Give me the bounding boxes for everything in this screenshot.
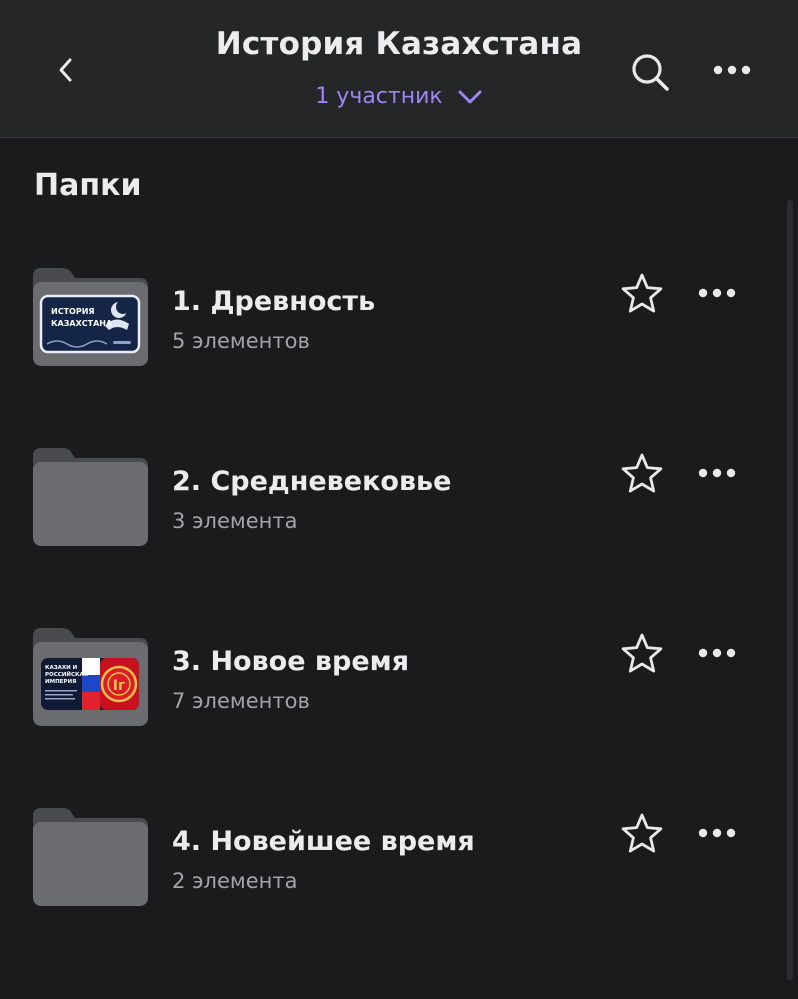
- folder-name: 4. Новейшее время: [172, 826, 475, 857]
- more-horizontal-icon: [713, 65, 751, 75]
- svg-text:Iг: Iг: [113, 678, 126, 694]
- folder-cover-title: РОССИЙСКАЯ: [45, 670, 88, 678]
- folder-cover-title: КАЗАХСТАНА: [51, 319, 113, 328]
- folder-item[interactable]: 2. Средневековье 3 элемента: [0, 448, 798, 568]
- folder-more-button[interactable]: [692, 808, 742, 858]
- folder-name: 2. Средневековье: [172, 466, 452, 497]
- scrollbar[interactable]: [787, 200, 793, 980]
- folder-icon: [33, 808, 148, 906]
- section-title-folders: Папки: [34, 168, 142, 203]
- star-outline-icon: [621, 453, 663, 493]
- folder-cover-title: ИСТОРИЯ: [51, 307, 95, 316]
- star-outline-icon: [621, 273, 663, 313]
- folder-thumbnail: [33, 808, 148, 908]
- folder-item[interactable]: Iг КАЗАХИ И РОССИЙСКАЯ ИМПЕРИЯ 3. Новое …: [0, 628, 798, 748]
- page-title: История Казахстана: [215, 26, 583, 62]
- folder-cover-title: ИМПЕРИЯ: [45, 679, 76, 685]
- search-button[interactable]: [626, 48, 674, 96]
- more-options-button[interactable]: [708, 48, 756, 92]
- folder-item-count: 2 элемента: [172, 869, 298, 893]
- folder-thumbnail: Iг КАЗАХИ И РОССИЙСКАЯ ИМПЕРИЯ: [33, 628, 148, 728]
- favorite-button[interactable]: [616, 628, 668, 680]
- favorite-button[interactable]: [616, 808, 668, 860]
- more-horizontal-icon: [698, 828, 736, 838]
- more-horizontal-icon: [698, 468, 736, 478]
- more-horizontal-icon: [698, 288, 736, 298]
- folder-icon: Iг КАЗАХИ И РОССИЙСКАЯ ИМПЕРИЯ: [33, 628, 148, 726]
- folder-more-button[interactable]: [692, 268, 742, 318]
- folder-thumbnail: ИСТОРИЯ КАЗАХСТАНА: [33, 268, 148, 368]
- search-icon: [632, 54, 669, 91]
- folder-thumbnail: [33, 448, 148, 548]
- star-outline-icon: [621, 633, 663, 673]
- members-dropdown[interactable]: 1 участник: [0, 84, 798, 109]
- folder-cover-title: КАЗАХИ И: [45, 665, 78, 671]
- chevron-down-icon: [458, 90, 482, 103]
- favorite-button[interactable]: [616, 448, 668, 500]
- members-label: 1 участник: [315, 84, 443, 109]
- folder-more-button[interactable]: [692, 628, 742, 678]
- folder-more-button[interactable]: [692, 448, 742, 498]
- folder-item[interactable]: ИСТОРИЯ КАЗАХСТАНА 1. Древность 5 элемен…: [0, 268, 798, 388]
- star-outline-icon: [621, 813, 663, 853]
- folder-name: 3. Новое время: [172, 646, 410, 677]
- folder-item[interactable]: 4. Новейшее время 2 элемента: [0, 808, 798, 928]
- app-header: История Казахстана 1 участник: [0, 0, 798, 138]
- folder-icon: [33, 448, 148, 546]
- more-horizontal-icon: [698, 648, 736, 658]
- folder-item-count: 7 элементов: [172, 689, 310, 713]
- folder-name: 1. Древность: [172, 286, 376, 317]
- folder-icon: ИСТОРИЯ КАЗАХСТАНА: [33, 268, 148, 366]
- folder-item-count: 5 элементов: [172, 329, 310, 353]
- favorite-button[interactable]: [616, 268, 668, 320]
- folder-item-count: 3 элемента: [172, 509, 298, 533]
